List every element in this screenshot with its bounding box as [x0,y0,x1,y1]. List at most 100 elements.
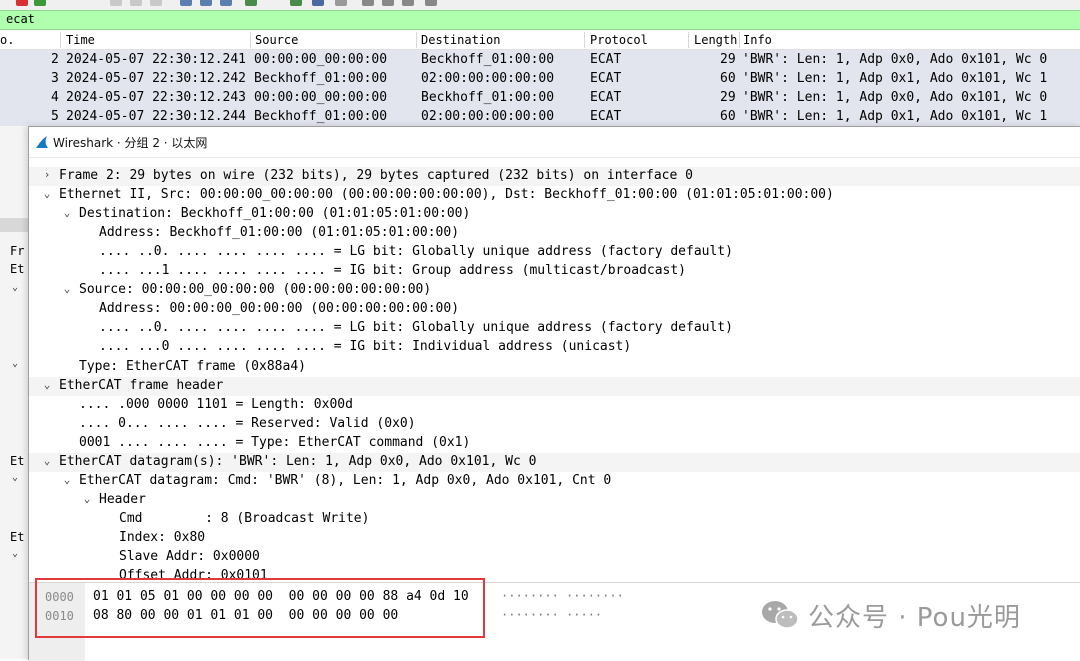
watermark: 公众号 · Pou光明 [760,598,1021,633]
packet-time: 2024-05-07 22:30:12.244 [66,109,247,124]
last-packet-icon[interactable] [290,0,302,6]
colorize-icon[interactable] [335,0,347,6]
packet-info: 'BWR': Len: 1, Adp 0x1, Ado 0x101, Wc 1 [742,109,1048,124]
chevron-down-icon[interactable]: ⌄ [41,454,53,467]
tree-row-text: EtherCAT datagram(s): 'BWR': Len: 1, Adp… [59,453,537,469]
tree-row-text: Source: 00:00:00_00:00:00 (00:00:00:00:0… [79,282,432,298]
go-to-packet-icon[interactable] [220,0,232,6]
chevron-right-icon[interactable]: › [41,168,53,181]
tree-row[interactable]: ⌄ EtherCAT frame header [29,376,1080,396]
open-file-icon[interactable] [110,0,122,6]
chevron-down-icon[interactable]: ⌄ [12,548,18,559]
window-title: Wireshark · 分组 2 · 以太网 [53,136,208,150]
watermark-text: 公众号 · Pou光明 [808,602,1021,633]
main-details-pane-remnant: Fr Et ⌄ ⌄ Et ⌄ Et ⌄ [0,126,28,659]
column-no[interactable]: o. [0,33,14,47]
chevron-down-icon[interactable]: ⌄ [41,187,53,200]
chevron-down-icon[interactable]: ⌄ [61,473,73,486]
column-destination[interactable]: Destination [421,33,500,47]
packet-time: 2024-05-07 22:30:12.241 [66,52,247,67]
packet-no: 5 [51,109,59,124]
zoom-reset-icon[interactable] [402,0,414,6]
tree-row[interactable]: ⌄ Header [29,491,1080,510]
packet-time: 2024-05-07 22:30:12.242 [66,71,247,86]
resize-columns-icon[interactable] [425,0,437,6]
tree-row[interactable]: Slave Addr: 0x0000 [29,548,1080,567]
tree-row-text: Address: Beckhoff_01:00:00 (01:01:05:01:… [99,225,460,241]
tree-row[interactable]: ⌄ Destination: Beckhoff_01:00:00 (01:01:0… [29,205,1080,224]
tree-row[interactable]: Address: Beckhoff_01:00:00 (01:01:05:01:… [29,224,1080,243]
chevron-down-icon[interactable]: ⌄ [41,378,53,391]
pane-splitter[interactable] [0,218,28,232]
display-filter-value: ecat [6,12,35,26]
tree-row[interactable]: Index: 0x80 [29,529,1080,548]
packet-list-header: o. Time Source Destination Protocol Leng… [0,30,1080,50]
tree-row[interactable]: ⌄ EtherCAT datagram: Cmd: 'BWR' (8), Len:… [29,472,1080,491]
tree-label-ethernet: Et [10,262,25,276]
zoom-out-icon[interactable] [382,0,394,6]
packet-row[interactable]: 4 2024-05-07 22:30:12.243 00:00:00_00:00… [0,88,1080,107]
tree-row-text: Slave Addr: 0x0000 [119,549,260,564]
close-file-icon[interactable] [150,0,162,6]
tree-row[interactable]: .... .000 0000 1101 = Length: 0x00d [29,396,1080,415]
packet-row[interactable]: 2 2024-05-07 22:30:12.241 00:00:00_00:00… [0,50,1080,69]
packet-row[interactable]: 5 2024-05-07 22:30:12.244 Beckhoff_01:00… [0,107,1080,126]
tree-row-text: .... 0... .... .... = Reserved: Valid (0… [79,415,416,431]
column-protocol[interactable]: Protocol [590,33,648,47]
tree-row[interactable]: .... ..0. .... .... .... .... = LG bit: … [29,243,1080,262]
tree-row[interactable]: .... 0... .... .... = Reserved: Valid (0… [29,415,1080,434]
tree-row-text: .... .000 0000 1101 = Length: 0x00d [79,396,353,412]
tree-row[interactable]: Cmd : 8 (Broadcast Write) [29,510,1080,529]
first-packet-icon[interactable] [245,0,257,6]
save-file-icon[interactable] [130,0,142,6]
packet-source: Beckhoff_01:00:00 [254,71,388,86]
zoom-in-icon[interactable] [362,0,374,6]
packet-source: 00:00:00_00:00:00 [254,52,388,67]
stop-capture-icon[interactable] [16,0,28,6]
packet-row[interactable]: 3 2024-05-07 22:30:12.242 Beckhoff_01:00… [0,69,1080,88]
packet-no: 4 [51,90,59,105]
tree-row[interactable]: ⌄ Source: 00:00:00_00:00:00 (00:00:00:00:… [29,281,1080,300]
autoscroll-icon[interactable] [312,0,324,6]
tree-row-text: Frame 2: 29 bytes on wire (232 bits), 29… [59,168,693,183]
tree-row-text: Destination: Beckhoff_01:00:00 (01:01:05… [79,206,471,222]
hex-ascii[interactable]: ········ ········ [501,589,624,603]
display-filter-input[interactable]: ecat [0,10,1080,30]
go-back-icon[interactable] [180,0,192,6]
packet-source: Beckhoff_01:00:00 [254,109,388,124]
tree-row[interactable]: .... ..0. .... .... .... .... = LG bit: … [29,319,1080,338]
tree-label-frame: Fr [10,244,25,258]
packet-protocol: ECAT [590,71,622,86]
tree-row-text: Ethernet II, Src: 00:00:00_00:00:00 (00:… [59,187,834,203]
chevron-down-icon[interactable]: ⌄ [61,282,73,295]
chevron-down-icon[interactable]: ⌄ [12,472,18,483]
tree-row[interactable]: 0001 .... .... .... = Type: EtherCAT com… [29,434,1080,453]
go-forward-icon[interactable] [200,0,212,6]
packet-length: 29 [720,90,736,105]
chevron-down-icon[interactable]: ⌄ [81,492,93,505]
tree-row[interactable]: ⌄ EtherCAT datagram(s): 'BWR': Len: 1, Ad… [29,452,1080,472]
packet-details-tree: › Frame 2: 29 bytes on wire (232 bits), 2… [29,167,1080,579]
tree-row-text: EtherCAT datagram: Cmd: 'BWR' (8), Len: … [79,472,612,488]
tree-row-text: Type: EtherCAT frame (0x88a4) [79,358,306,374]
window-titlebar[interactable]: Wireshark · 分组 2 · 以太网 [29,127,1080,158]
column-time[interactable]: Time [66,33,95,47]
restart-capture-icon[interactable] [34,0,46,6]
chevron-down-icon[interactable]: ⌄ [12,358,18,369]
tree-row-text: .... ...0 .... .... .... .... = IG bit: … [99,339,632,355]
column-info[interactable]: Info [743,33,772,47]
hex-ascii[interactable]: ········ ····· [501,608,602,622]
packet-length: 60 [720,109,736,124]
tree-row-text: .... ...1 .... .... .... .... = IG bit: … [99,263,686,279]
column-length[interactable]: Length [694,33,737,47]
tree-row[interactable]: Type: EtherCAT frame (0x88a4) [29,358,1080,377]
packet-info: 'BWR': Len: 1, Adp 0x0, Ado 0x101, Wc 0 [742,52,1048,67]
chevron-down-icon[interactable]: ⌄ [12,282,18,293]
tree-row[interactable]: .... ...1 .... .... .... .... = IG bit: … [29,262,1080,281]
column-source[interactable]: Source [255,33,298,47]
tree-row[interactable]: › Frame 2: 29 bytes on wire (232 bits), 2… [29,167,1080,186]
tree-row[interactable]: .... ...0 .... .... .... .... = IG bit: … [29,338,1080,357]
chevron-down-icon[interactable]: ⌄ [61,206,73,219]
tree-row[interactable]: Address: 00:00:00_00:00:00 (00:00:00:00:… [29,300,1080,319]
tree-row[interactable]: ⌄ Ethernet II, Src: 00:00:00_00:00:00 (00… [29,186,1080,205]
